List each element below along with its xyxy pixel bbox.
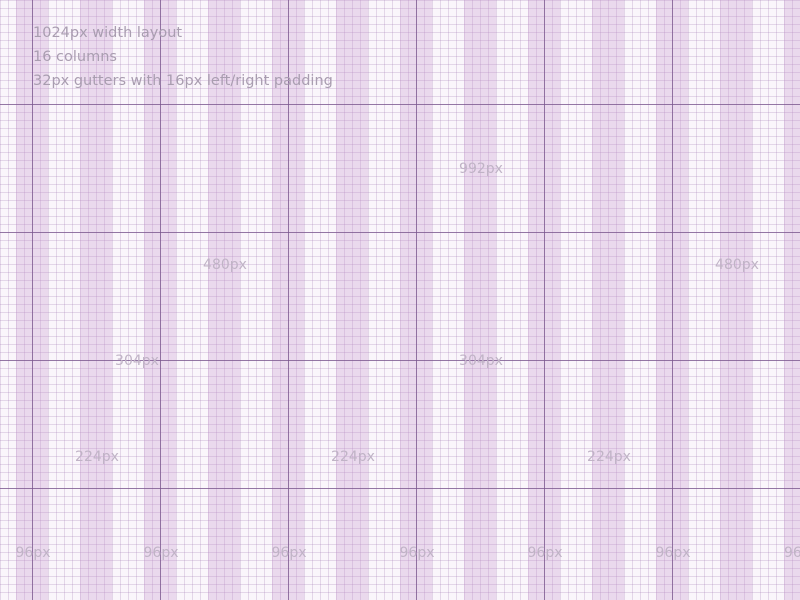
info-width: 1024px width layout bbox=[33, 25, 183, 41]
width-label-96: 96px bbox=[399, 545, 435, 561]
width-label-992: 992px bbox=[459, 161, 503, 177]
grid-column bbox=[336, 0, 368, 600]
grid-column bbox=[784, 0, 800, 600]
width-label-96: 96px bbox=[143, 545, 179, 561]
major-guide-line bbox=[416, 0, 417, 600]
width-label-96: 96px bbox=[655, 545, 691, 561]
major-guide-line bbox=[672, 0, 673, 600]
width-label-96: 96px bbox=[527, 545, 563, 561]
grid-column bbox=[720, 0, 752, 600]
row-divider bbox=[0, 488, 800, 489]
width-label-224: 224px bbox=[75, 449, 119, 465]
row-divider bbox=[0, 232, 800, 233]
major-guide-line bbox=[32, 0, 33, 600]
grid-column bbox=[80, 0, 112, 600]
major-guide-line bbox=[288, 0, 289, 600]
width-label-224: 224px bbox=[331, 449, 375, 465]
grid-column bbox=[592, 0, 624, 600]
width-label-480: 480px bbox=[715, 257, 759, 273]
width-label-304: 304px bbox=[459, 353, 503, 369]
grid-column bbox=[208, 0, 240, 600]
width-label-96: 96px bbox=[271, 545, 307, 561]
major-guide-line bbox=[160, 0, 161, 600]
info-columns: 16 columns bbox=[33, 49, 117, 65]
grid-column bbox=[464, 0, 496, 600]
width-label-304: 304px bbox=[115, 353, 159, 369]
grid-canvas: 1024px width layout 16 columns 32px gutt… bbox=[0, 0, 800, 600]
width-label-96: 96px bbox=[784, 545, 800, 561]
width-label-480: 480px bbox=[203, 257, 247, 273]
info-gutters: 32px gutters with 16px left/right paddin… bbox=[33, 73, 333, 89]
width-label-224: 224px bbox=[587, 449, 631, 465]
width-label-96: 96px bbox=[15, 545, 51, 561]
major-guide-line bbox=[544, 0, 545, 600]
row-divider bbox=[0, 104, 800, 105]
